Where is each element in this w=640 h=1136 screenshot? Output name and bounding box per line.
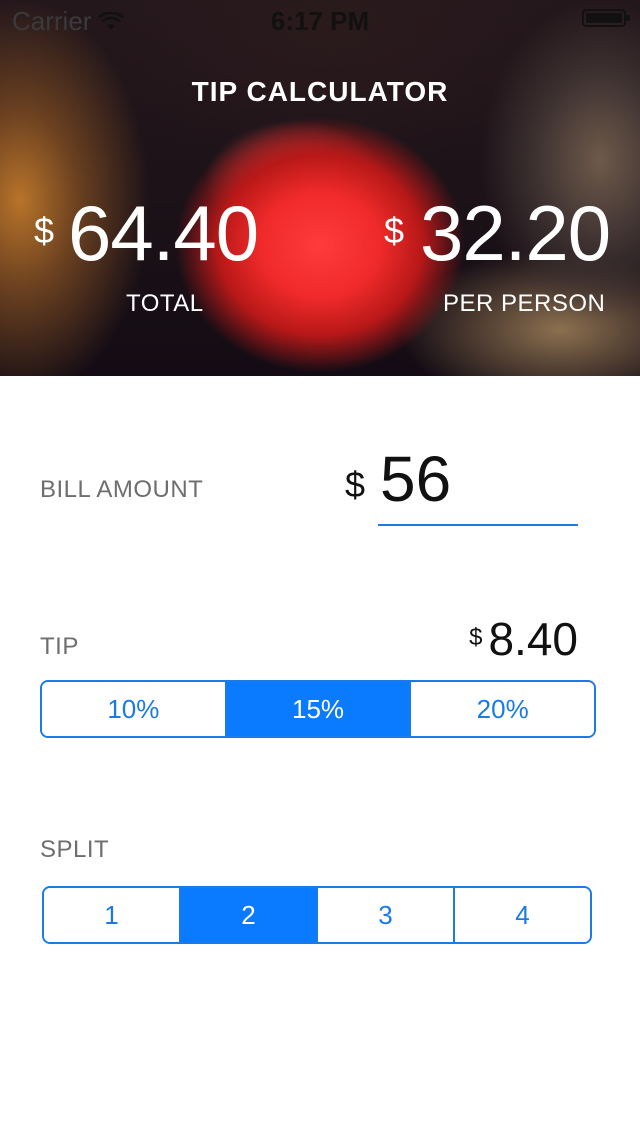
status-bar: Carrier 6:17 PM: [0, 0, 640, 40]
total-currency: $: [34, 210, 55, 251]
per-person-value: 32.20: [420, 189, 611, 277]
app-title: TIP CALCULATOR: [191, 76, 449, 107]
battery-icon: [582, 9, 630, 27]
tip-option-15[interactable]: 15%: [226, 682, 412, 736]
tip-label: TIP: [40, 633, 79, 660]
per-person-currency: $: [384, 210, 405, 251]
tip-option-20[interactable]: 20%: [411, 682, 594, 736]
tip-currency: $: [469, 624, 483, 651]
split-label: SPLIT: [40, 836, 110, 863]
split-option-4[interactable]: 4: [455, 888, 590, 942]
tip-percentage-control: 10% 15% 20%: [40, 680, 596, 738]
per-person-label: PER PERSON: [443, 290, 606, 317]
status-time: 6:17 PM: [270, 6, 370, 36]
tip-value: 8.40: [488, 613, 578, 665]
total-value: 64.40: [68, 189, 259, 277]
split-option-3[interactable]: 3: [318, 888, 455, 942]
tip-amount: $8.40: [469, 612, 578, 666]
bill-amount-label: BILL AMOUNT: [40, 476, 204, 503]
split-option-2[interactable]: 2: [181, 888, 318, 942]
header-background: Carrier 6:17 PM TIP CALCULATOR $ 64.40 T…: [0, 0, 640, 376]
bill-amount-input[interactable]: [378, 440, 578, 526]
total-label: TOTAL: [126, 290, 204, 317]
split-option-1[interactable]: 1: [44, 888, 181, 942]
split-control: 1 2 3 4: [42, 886, 592, 944]
bill-currency: $: [345, 464, 366, 505]
tip-option-10[interactable]: 10%: [42, 682, 227, 736]
